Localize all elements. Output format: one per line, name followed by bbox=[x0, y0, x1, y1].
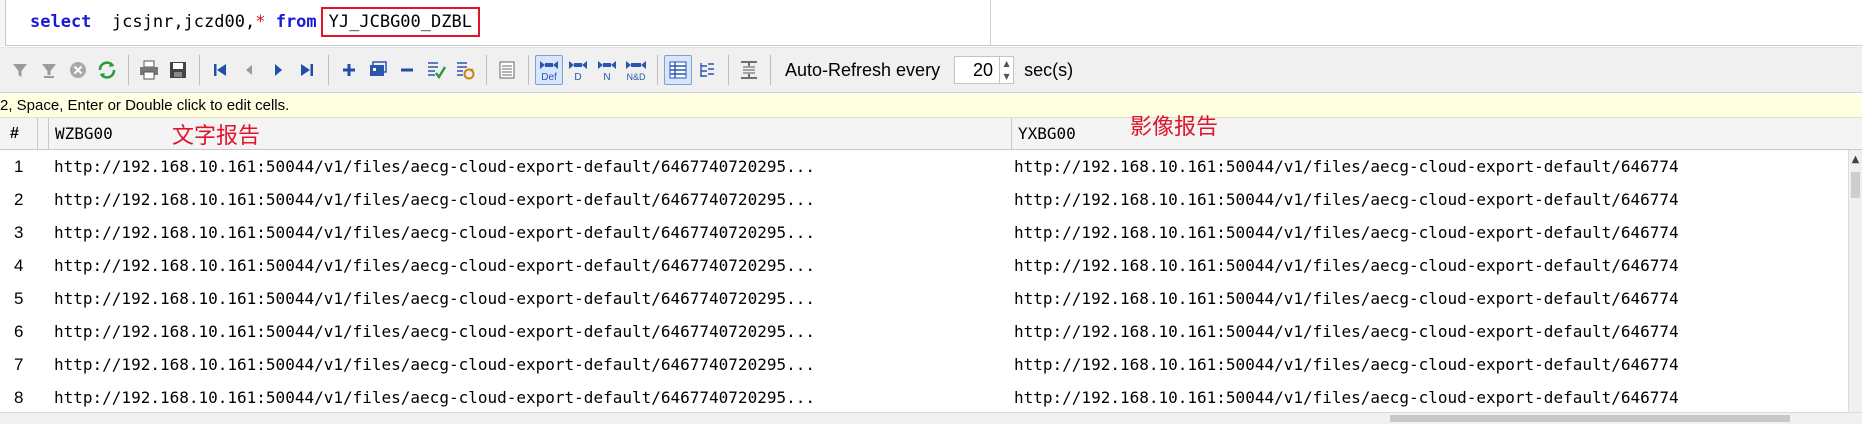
auto-refresh-interval-spinner[interactable]: 20 ▲ ▼ bbox=[954, 56, 1015, 84]
duplicate-record-icon[interactable] bbox=[364, 55, 392, 85]
vertical-scroll-thumb[interactable] bbox=[1851, 172, 1860, 198]
auto-refresh-interval-value[interactable]: 20 bbox=[955, 60, 999, 81]
sql-keyword-from: from bbox=[275, 12, 317, 32]
cell-wzbg00[interactable]: http://192.168.10.161:50044/v1/files/aec… bbox=[54, 183, 1006, 216]
table-row[interactable]: 8 http://192.168.10.161:50044/v1/files/a… bbox=[0, 381, 1848, 412]
save-icon[interactable] bbox=[164, 55, 192, 85]
table-row[interactable]: 3 http://192.168.10.161:50044/v1/files/a… bbox=[0, 216, 1848, 249]
indicator-header bbox=[38, 118, 49, 150]
sort-label-n: N bbox=[603, 72, 610, 83]
tree-view-icon[interactable] bbox=[693, 55, 721, 85]
delete-record-icon[interactable] bbox=[393, 55, 421, 85]
clear-filter-icon[interactable] bbox=[35, 55, 63, 85]
table-row[interactable]: 5 http://192.168.10.161:50044/v1/files/a… bbox=[0, 282, 1848, 315]
grid-toolbar: Def D N N&D Auto-Refresh every 20 ▲ ▼ se… bbox=[0, 47, 1862, 93]
display-d-icon[interactable]: D bbox=[564, 55, 592, 85]
sort-label-nd: N&D bbox=[626, 72, 646, 82]
row-number: 5 bbox=[14, 289, 24, 308]
row-number: 7 bbox=[14, 355, 24, 374]
prior-record-icon[interactable] bbox=[235, 55, 263, 85]
cell-yxbg00[interactable]: http://192.168.10.161:50044/v1/files/aec… bbox=[1014, 216, 1848, 249]
form-view-icon[interactable] bbox=[493, 55, 521, 85]
row-number: 1 bbox=[14, 157, 24, 176]
row-number-header[interactable]: # bbox=[0, 118, 38, 150]
interval-unit-label: sec(s) bbox=[1024, 59, 1074, 80]
spinner-up-icon[interactable]: ▲ bbox=[1000, 57, 1013, 70]
first-record-icon[interactable] bbox=[206, 55, 234, 85]
vertical-scrollbar[interactable]: ▲ bbox=[1848, 150, 1862, 412]
cell-yxbg00[interactable]: http://192.168.10.161:50044/v1/files/aec… bbox=[1014, 183, 1848, 216]
toolbar-separator bbox=[770, 55, 771, 85]
sql-table-name-highlight: YJ_JCBG00_DZBL bbox=[320, 7, 480, 37]
toolbar-separator bbox=[328, 55, 329, 85]
table-row[interactable]: 6 http://192.168.10.161:50044/v1/files/a… bbox=[0, 315, 1848, 348]
row-number: 8 bbox=[14, 388, 24, 407]
cell-wzbg00[interactable]: http://192.168.10.161:50044/v1/files/aec… bbox=[54, 315, 1006, 348]
post-icon[interactable] bbox=[422, 55, 450, 85]
table-row[interactable]: 1 http://192.168.10.161:50044/v1/files/a… bbox=[0, 150, 1848, 183]
toolbar-separator bbox=[528, 55, 529, 85]
annotation-text-report: 文字报告 bbox=[172, 124, 261, 149]
toolbar-separator bbox=[128, 55, 129, 85]
row-number: 3 bbox=[14, 223, 24, 242]
sql-statement-line[interactable]: select jcsjnr,jczd00,* from YJ_JCBG00_DZB… bbox=[30, 7, 480, 37]
refresh-record-icon[interactable] bbox=[451, 55, 479, 85]
sql-star: * bbox=[255, 12, 266, 32]
display-nd-icon[interactable]: N&D bbox=[622, 55, 650, 85]
horizontal-scrollbar[interactable] bbox=[0, 412, 1862, 424]
cell-wzbg00[interactable]: http://192.168.10.161:50044/v1/files/aec… bbox=[54, 381, 1006, 412]
sql-columns: jcsjnr,jczd00, bbox=[111, 12, 256, 32]
result-grid[interactable]: # WZBG00 YXBG00 文字报告 影像报告 1 http://192.1… bbox=[0, 115, 1862, 424]
auto-refresh-label: Auto-Refresh every bbox=[785, 59, 941, 80]
editor-right-margin bbox=[990, 0, 991, 46]
table-row[interactable]: 4 http://192.168.10.161:50044/v1/files/a… bbox=[0, 249, 1848, 282]
display-default-icon[interactable]: Def bbox=[535, 55, 563, 85]
sql-keyword-select: select bbox=[30, 12, 92, 32]
cell-yxbg00[interactable]: http://192.168.10.161:50044/v1/files/aec… bbox=[1014, 150, 1848, 183]
cell-wzbg00[interactable]: http://192.168.10.161:50044/v1/files/aec… bbox=[54, 150, 1006, 183]
cell-yxbg00[interactable]: http://192.168.10.161:50044/v1/files/aec… bbox=[1014, 249, 1848, 282]
toolbar-separator bbox=[199, 55, 200, 85]
filter-icon[interactable] bbox=[6, 55, 34, 85]
toolbar-separator bbox=[728, 55, 729, 85]
cell-yxbg00[interactable]: http://192.168.10.161:50044/v1/files/aec… bbox=[1014, 348, 1848, 381]
annotation-image-report: 影像报告 bbox=[1130, 115, 1219, 140]
cell-wzbg00[interactable]: http://192.168.10.161:50044/v1/files/aec… bbox=[54, 216, 1006, 249]
scroll-up-icon[interactable]: ▲ bbox=[1849, 150, 1862, 168]
editor-gutter bbox=[0, 0, 6, 46]
cell-wzbg00[interactable]: http://192.168.10.161:50044/v1/files/aec… bbox=[54, 249, 1006, 282]
insert-record-icon[interactable] bbox=[335, 55, 363, 85]
print-icon[interactable] bbox=[135, 55, 163, 85]
spinner-buttons: ▲ ▼ bbox=[999, 57, 1013, 83]
cell-wzbg00[interactable]: http://192.168.10.161:50044/v1/files/aec… bbox=[54, 348, 1006, 381]
row-number: 6 bbox=[14, 322, 24, 341]
edit-hint-bar: 2, Space, Enter or Double click to edit … bbox=[0, 94, 1862, 118]
sort-label-def: Def bbox=[541, 72, 557, 83]
grid-rows: 1 http://192.168.10.161:50044/v1/files/a… bbox=[0, 150, 1848, 412]
display-n-icon[interactable]: N bbox=[593, 55, 621, 85]
sql-editor[interactable]: select jcsjnr,jczd00,* from YJ_JCBG00_DZB… bbox=[0, 0, 1862, 46]
horizontal-scroll-thumb[interactable] bbox=[1390, 415, 1790, 422]
last-record-icon[interactable] bbox=[293, 55, 321, 85]
row-number: 4 bbox=[14, 256, 24, 275]
cell-yxbg00[interactable]: http://192.168.10.161:50044/v1/files/aec… bbox=[1014, 282, 1848, 315]
cell-yxbg00[interactable]: http://192.168.10.161:50044/v1/files/aec… bbox=[1014, 381, 1848, 412]
toolbar-separator bbox=[657, 55, 658, 85]
grid-header: # WZBG00 YXBG00 文字报告 影像报告 bbox=[0, 115, 1862, 150]
sort-label-d: D bbox=[574, 72, 581, 83]
cell-wzbg00[interactable]: http://192.168.10.161:50044/v1/files/aec… bbox=[54, 282, 1006, 315]
toolbar-separator bbox=[486, 55, 487, 85]
row-number: 2 bbox=[14, 190, 24, 209]
refresh-icon[interactable] bbox=[93, 55, 121, 85]
table-row[interactable]: 7 http://192.168.10.161:50044/v1/files/a… bbox=[0, 348, 1848, 381]
fit-columns-icon[interactable] bbox=[735, 55, 763, 85]
cancel-icon[interactable] bbox=[64, 55, 92, 85]
cell-yxbg00[interactable]: http://192.168.10.161:50044/v1/files/aec… bbox=[1014, 315, 1848, 348]
table-row[interactable]: 2 http://192.168.10.161:50044/v1/files/a… bbox=[0, 183, 1848, 216]
spinner-down-icon[interactable]: ▼ bbox=[1000, 70, 1013, 83]
grid-view-icon[interactable] bbox=[664, 55, 692, 85]
next-record-icon[interactable] bbox=[264, 55, 292, 85]
